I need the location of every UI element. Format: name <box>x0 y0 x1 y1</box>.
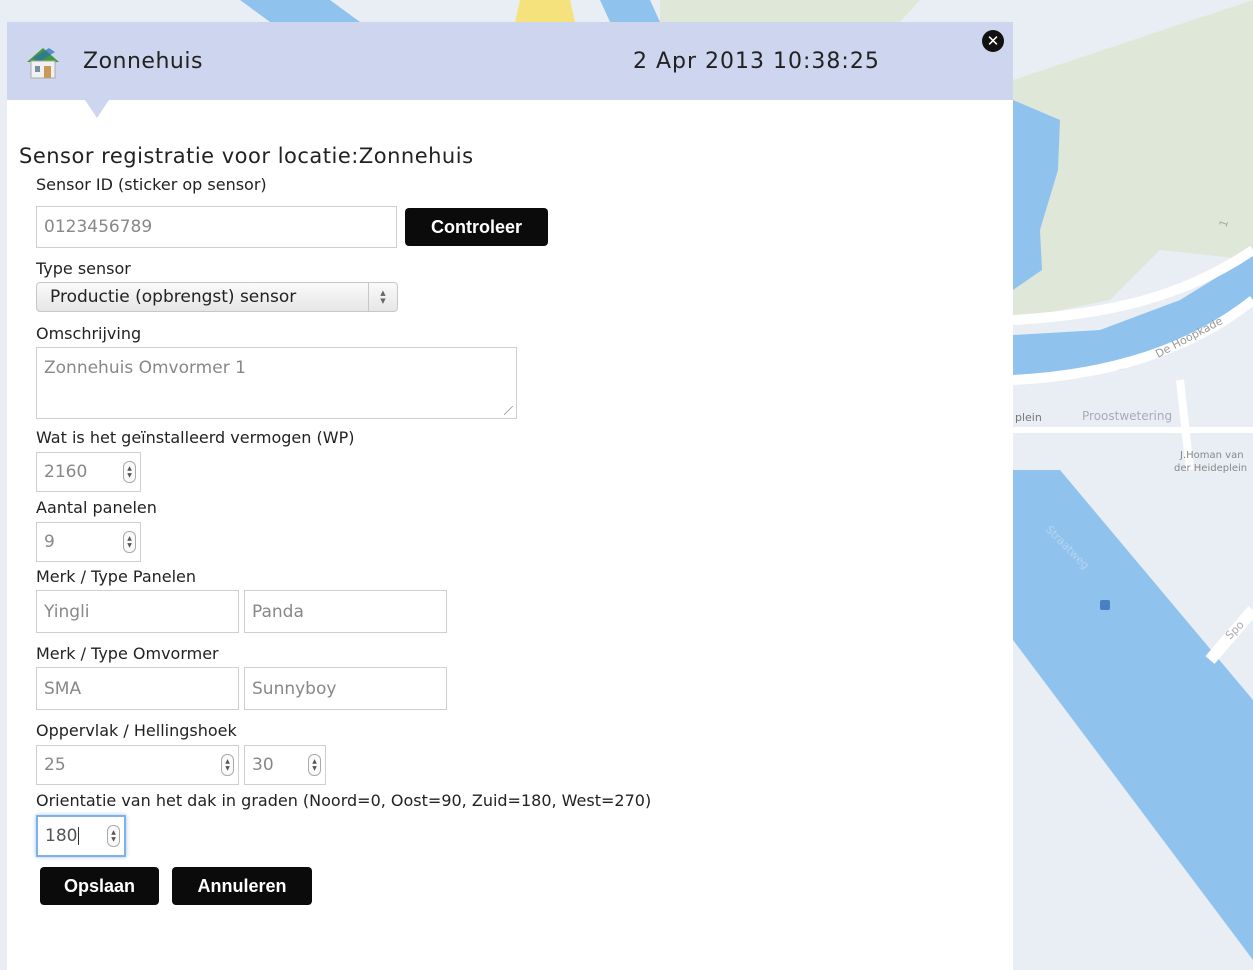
save-button[interactable]: Opslaan <box>40 867 159 905</box>
popup-title: Zonnehuis <box>83 49 203 74</box>
close-icon[interactable]: ✕ <box>982 30 1004 52</box>
tilt-value: 30 <box>252 755 274 775</box>
panel-brand-label: Merk / Type Panelen <box>36 567 197 586</box>
inverter-brand-input[interactable]: SMA <box>36 667 239 710</box>
form-title: Sensor registratie voor locatie:Zonnehui… <box>19 144 474 168</box>
inverter-brand-value: SMA <box>44 678 82 699</box>
area-input[interactable]: 25 ▲ ▼ <box>36 745 239 785</box>
popup-datetime: 2 Apr 2013 10:38:25 <box>633 49 880 74</box>
map-label-homan-1: J.Homan van <box>1179 450 1244 461</box>
panel-brand-value: Yingli <box>44 601 90 622</box>
orientation-label: Orientatie van het dak in graden (Noord=… <box>36 791 652 810</box>
description-textarea[interactable]: Zonnehuis Omvormer 1 <box>36 347 517 419</box>
spinner-icon[interactable]: ▲ ▼ <box>123 531 136 553</box>
panel-count-label: Aantal panelen <box>36 498 157 517</box>
check-button[interactable]: Controleer <box>405 208 548 246</box>
map-road-top <box>515 0 575 22</box>
sensor-type-label: Type sensor <box>36 259 131 278</box>
panel-count-input[interactable]: 9 ▲ ▼ <box>36 522 141 562</box>
power-value: 2160 <box>44 462 88 482</box>
cancel-button[interactable]: Annuleren <box>172 867 312 905</box>
map-park-top <box>660 0 920 22</box>
map-label-homan-2: der Heideplein <box>1174 463 1247 474</box>
spinner-icon[interactable]: ▲ ▼ <box>123 461 136 483</box>
area-value: 25 <box>44 755 66 775</box>
chevron-updown-icon: ▲ ▼ <box>368 283 397 311</box>
description-value: Zonnehuis Omvormer 1 <box>44 358 246 378</box>
spinner-icon[interactable]: ▲ ▼ <box>221 754 234 776</box>
spinner-icon[interactable]: ▲ ▼ <box>107 825 120 847</box>
area-tilt-label: Oppervlak / Hellingshoek <box>36 721 237 740</box>
orientation-input[interactable]: 180 ▲ ▼ <box>36 815 126 857</box>
popup-header: Zonnehuis 2 Apr 2013 10:38:25 ✕ <box>7 22 1013 100</box>
sensor-id-label: Sensor ID (sticker op sensor) <box>36 175 267 194</box>
house-icon <box>27 48 59 79</box>
sensor-id-input[interactable]: 0123456789 <box>36 206 397 248</box>
power-label: Wat is het geïnstalleerd vermogen (WP) <box>36 428 355 447</box>
inverter-type-input[interactable]: Sunnyboy <box>244 667 447 710</box>
panel-count-value: 9 <box>44 532 55 552</box>
map-label-proostwetering: Proostwetering <box>1082 409 1172 423</box>
inverter-type-value: Sunnyboy <box>252 678 337 699</box>
text-caret <box>78 827 80 845</box>
power-input[interactable]: 2160 ▲ ▼ <box>36 452 141 492</box>
sensor-type-select[interactable]: Productie (opbrengst) sensor ▲ ▼ <box>36 282 398 312</box>
sensor-id-value: 0123456789 <box>44 217 153 237</box>
spinner-icon[interactable]: ▲ ▼ <box>308 754 321 776</box>
description-label: Omschrijving <box>36 324 142 343</box>
tilt-input[interactable]: 30 ▲ ▼ <box>244 745 326 785</box>
sensor-type-value: Productie (opbrengst) sensor <box>50 287 297 307</box>
panel-type-value: Panda <box>252 601 304 622</box>
orientation-value: 180 <box>45 826 78 846</box>
bus-stop-icon[interactable] <box>1100 600 1110 610</box>
resize-handle-icon[interactable] <box>504 406 513 415</box>
map-water-top <box>600 0 660 22</box>
sensor-popup: Zonnehuis 2 Apr 2013 10:38:25 ✕ Sensor r… <box>7 22 1013 970</box>
inverter-brand-label: Merk / Type Omvormer <box>36 644 219 663</box>
map-label-plein: plein <box>1015 411 1042 424</box>
popup-pointer <box>85 100 109 118</box>
panel-brand-input[interactable]: Yingli <box>36 590 239 633</box>
panel-type-input[interactable]: Panda <box>244 590 447 633</box>
